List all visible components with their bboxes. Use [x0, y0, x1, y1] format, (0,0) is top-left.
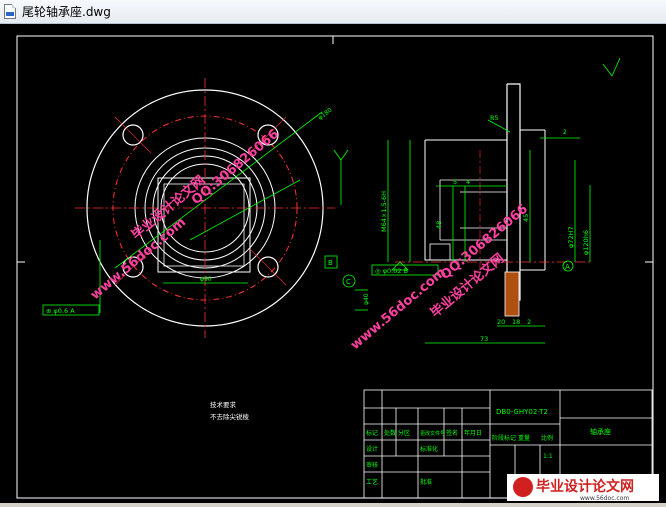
centering-marks	[17, 36, 653, 263]
svg-text:R5: R5	[490, 114, 499, 122]
svg-text:技术要求: 技术要求	[210, 400, 237, 409]
scale-value: 1:1	[543, 453, 553, 460]
brand-logo: 毕业设计论文网 www.56doc.com	[507, 474, 659, 502]
svg-text:标记: 标记	[366, 429, 378, 437]
technical-notes: 技术要求 不去除尖锐棱	[210, 400, 250, 421]
sheet-border	[16, 35, 654, 499]
svg-text:重量: 重量	[518, 434, 530, 442]
svg-text:批准: 批准	[420, 478, 432, 486]
svg-text:73: 73	[480, 335, 488, 343]
svg-text:设计: 设计	[366, 445, 378, 453]
cad-drawing[interactable]: φ180 φ90 ⊕ φ0.6 A M64×1.5-6H 45 φ72H7 φ1…	[0, 24, 666, 503]
svg-text:48: 48	[435, 221, 443, 229]
svg-text:阶段标记: 阶段标记	[492, 434, 516, 442]
part-name: 轴承座	[590, 427, 611, 436]
section-dimensions: M64×1.5-6H 45 φ72H7 φ120h6 5 4 73 20 18 …	[324, 57, 621, 344]
dwg-file-icon	[4, 3, 18, 20]
svg-text:分区: 分区	[398, 429, 410, 437]
datum-a-label: A	[565, 263, 570, 271]
svg-text:φ40: φ40	[363, 293, 370, 305]
drawing-canvas[interactable]: φ180 φ90 ⊕ φ0.6 A M64×1.5-6H 45 φ72H7 φ1…	[0, 24, 666, 503]
svg-text:φ120h6: φ120h6	[582, 230, 590, 255]
datum-b-label: B	[328, 259, 333, 267]
svg-text:www.56doc.com: www.56doc.com	[580, 495, 629, 502]
svg-text:2: 2	[563, 129, 567, 136]
window-title: 尾轮轴承座.dwg	[22, 5, 111, 19]
flange-front-view	[75, 78, 335, 338]
position-tolerance-frame: ⊕ φ0.6 A	[46, 307, 75, 315]
svg-text:毕业设计论文网: 毕业设计论文网	[536, 478, 634, 495]
svg-text:4: 4	[466, 178, 470, 186]
datum-c-label: C	[346, 278, 351, 286]
svg-text:20: 20	[497, 318, 505, 326]
svg-text:比例: 比例	[541, 434, 553, 442]
svg-text:工艺: 工艺	[366, 478, 378, 486]
svg-text:更改文件号: 更改文件号	[420, 430, 445, 437]
svg-text:年月日: 年月日	[464, 429, 482, 437]
watermark-qq: QQ:306826066	[189, 127, 282, 208]
runout-tolerance-frame: ◎ φ0.02 B	[375, 267, 408, 275]
drawing-number: DB0-GHY02-T2	[496, 408, 548, 416]
svg-text:签名: 签名	[446, 429, 458, 437]
svg-text:审核: 审核	[366, 461, 378, 469]
window-titlebar: 尾轮轴承座.dwg	[0, 0, 666, 24]
svg-text:φ90: φ90	[200, 276, 212, 283]
svg-text:处数: 处数	[384, 429, 396, 437]
svg-text:18: 18	[512, 318, 520, 326]
svg-text:M64×1.5-6H: M64×1.5-6H	[380, 191, 388, 232]
svg-text:φ72H7: φ72H7	[567, 226, 575, 248]
svg-text:标准化: 标准化	[420, 445, 438, 453]
svg-text:不去除尖锐棱: 不去除尖锐棱	[210, 412, 250, 421]
svg-text:φ180: φ180	[317, 107, 334, 122]
svg-text:5: 5	[453, 178, 457, 186]
svg-text:2: 2	[527, 318, 531, 326]
